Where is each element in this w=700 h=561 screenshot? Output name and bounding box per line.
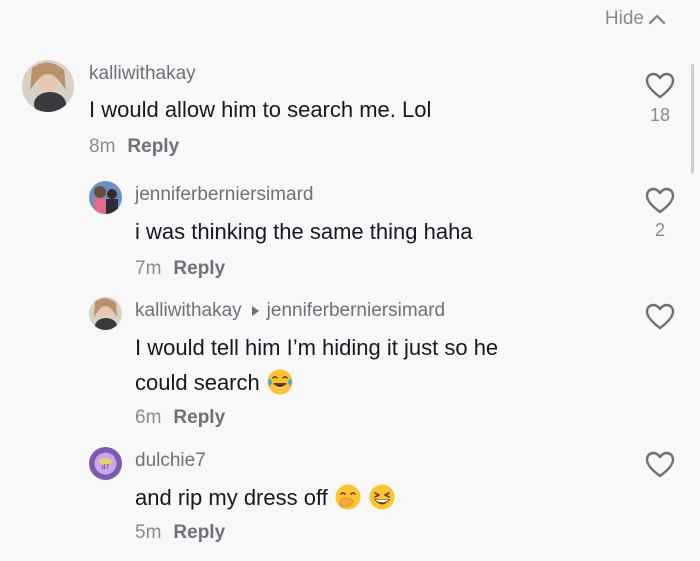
reply-button[interactable]: Reply (173, 522, 225, 544)
comment-text: i was thinking the same thing haha (135, 219, 473, 244)
avatar[interactable] (89, 297, 122, 330)
hide-label: Hide (604, 8, 644, 29)
heart-icon (645, 451, 675, 478)
comment-text-line: I would tell him I’m hiding it just so h… (135, 335, 499, 360)
reply-arrow-icon (251, 306, 259, 316)
reply-button[interactable]: Reply (127, 136, 179, 158)
like-button[interactable] (644, 451, 676, 478)
svg-text:d7: d7 (102, 464, 110, 471)
reply-to-username[interactable]: jenniferberniersimard (267, 300, 445, 322)
comment-time: 6m (135, 407, 162, 428)
like-count: 18 (649, 105, 671, 125)
heart-icon (645, 72, 675, 99)
avatar[interactable]: d7 (89, 447, 122, 480)
avatar[interactable] (89, 181, 122, 214)
chevron-up-icon (648, 14, 666, 25)
comment-username[interactable]: jenniferberniersimard (135, 184, 313, 206)
comment-time: 7m (135, 258, 162, 279)
like-button[interactable]: 18 (644, 72, 676, 126)
comment-text-line: could search (135, 365, 498, 400)
comment-text: I would allow him to search me. Lol (89, 97, 432, 122)
heart-icon (645, 187, 675, 214)
avatar[interactable] (22, 60, 74, 112)
reply-button[interactable]: Reply (173, 407, 225, 429)
hide-replies-button[interactable]: Hide (605, 8, 666, 30)
scrollbar[interactable] (691, 64, 694, 174)
reply-button[interactable]: Reply (173, 258, 225, 280)
comment-username: kalliwithakay jenniferberniersimard (135, 300, 445, 322)
comment-username[interactable]: kalliwithakay (89, 63, 196, 85)
heart-icon (645, 303, 675, 330)
tears-of-joy-emoji (267, 369, 293, 395)
comment-username[interactable]: dulchie7 (135, 450, 206, 472)
like-button[interactable] (644, 303, 676, 330)
like-button[interactable]: 2 (644, 187, 676, 241)
comment-time: 8m (89, 136, 116, 157)
comment-username-link[interactable]: kalliwithakay (135, 300, 242, 322)
like-count: 2 (654, 220, 665, 240)
grinning-squinting-face-emoji (369, 484, 395, 510)
comment-time: 5m (135, 522, 162, 543)
comment-text: and rip my dress off (135, 480, 396, 515)
face-with-hand-over-mouth-emoji (335, 484, 361, 510)
comment-text: I would tell him I’m hiding it just so h… (135, 330, 498, 400)
